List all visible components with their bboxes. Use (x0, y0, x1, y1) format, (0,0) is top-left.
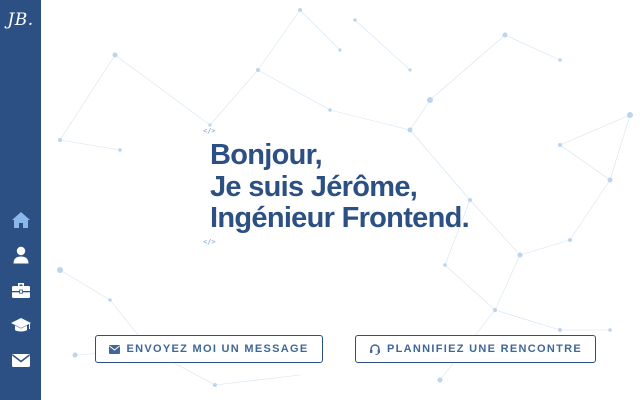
envelope-icon (11, 354, 30, 367)
hero-section: </> Bonjour, Je suis Jérôme, Ingénieur F… (203, 127, 470, 247)
sidebar: JB. (0, 0, 41, 400)
sidebar-item-education[interactable] (0, 310, 41, 340)
headset-icon (370, 344, 380, 355)
user-icon (13, 246, 28, 264)
sidebar-item-experience[interactable] (0, 275, 41, 305)
briefcase-icon (11, 283, 30, 298)
headline-line-name: Je suis Jérôme, (210, 170, 418, 203)
sidebar-item-contact[interactable] (0, 345, 41, 375)
graduation-cap-icon (10, 318, 31, 332)
schedule-meeting-button[interactable]: PLANNIFIEZ UNE RENCONTRE (355, 335, 596, 363)
hero-headline: Bonjour, Je suis Jérôme, Ingénieur Front… (210, 139, 470, 235)
send-message-button[interactable]: ENVOYEZ MOI UN MESSAGE (95, 335, 323, 363)
send-message-label: ENVOYEZ MOI UN MESSAGE (126, 343, 309, 355)
code-tag-close: </> (203, 237, 216, 246)
sidebar-item-home[interactable] (0, 205, 41, 235)
schedule-meeting-label: PLANNIFIEZ UNE RENCONTRE (387, 343, 582, 355)
logo[interactable]: JB. (0, 10, 41, 30)
headline-title-text: Ingénieur Frontend (210, 202, 462, 234)
headline-line-greeting: Bonjour, (210, 139, 323, 171)
headline-period: . (461, 202, 470, 234)
envelope-icon (109, 344, 121, 354)
code-tag-open: </> (203, 127, 216, 135)
headline-line-title: Ingénieur Frontend. (210, 202, 470, 235)
sidebar-item-about[interactable] (0, 240, 41, 270)
home-icon (11, 212, 30, 228)
